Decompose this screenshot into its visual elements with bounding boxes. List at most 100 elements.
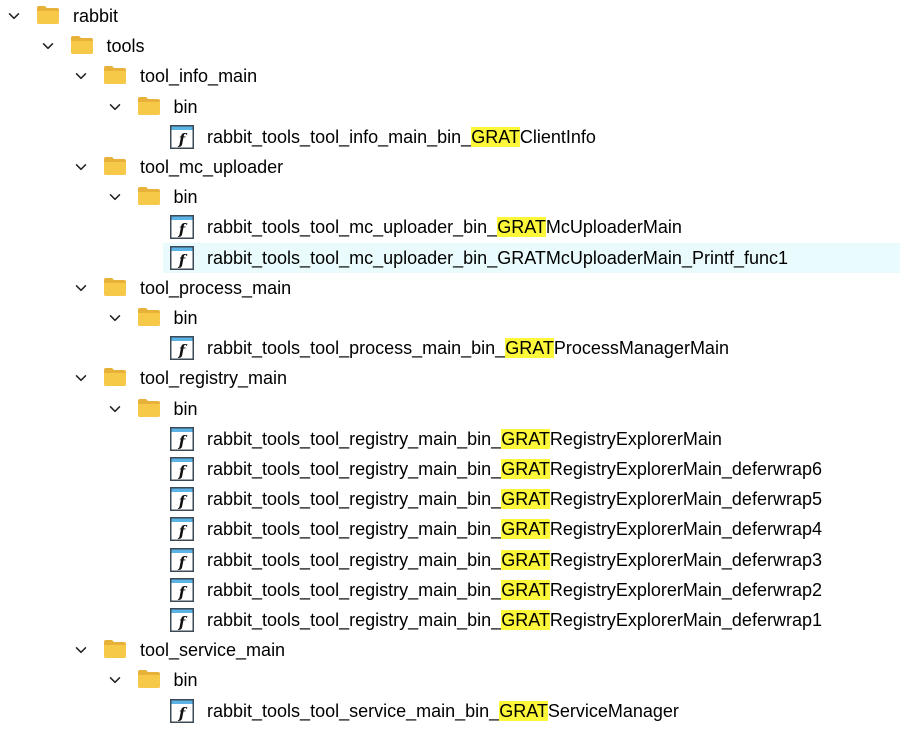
- chevron-down-icon[interactable]: [109, 101, 121, 113]
- search-match-highlight: GRAT: [501, 428, 550, 449]
- chevron-down-icon[interactable]: [109, 191, 121, 203]
- tree-node-function[interactable]: f rabbit_tools_tool_info_main_bin_GRATCli…: [0, 122, 900, 152]
- function-label: rabbit_tools_tool_registry_main_bin_GRAT…: [207, 458, 822, 480]
- function-icon: f: [170, 698, 194, 723]
- search-match-highlight: GRAT: [501, 489, 550, 510]
- folder-label: tool_process_main: [140, 277, 292, 298]
- chevron-down-icon[interactable]: [75, 282, 87, 294]
- tree-node-folder[interactable]: bin: [0, 92, 900, 122]
- chevron-down-icon[interactable]: [109, 403, 121, 415]
- folder-icon: [36, 5, 60, 25]
- function-label-prefix: rabbit_tools_tool_info_main_bin_: [207, 126, 472, 147]
- function-label-suffix: RegistryExplorerMain_deferwrap3: [549, 549, 822, 570]
- function-label-prefix: rabbit_tools_tool_registry_main_bin_: [207, 610, 502, 630]
- chevron-down-icon[interactable]: [75, 161, 87, 173]
- function-label-suffix: RegistryExplorerMain_deferwrap6: [549, 459, 822, 479]
- folder-label: tool_mc_uploader: [140, 157, 284, 177]
- tree-node-folder[interactable]: tool_process_main: [0, 273, 900, 303]
- function-label-prefix: rabbit_tools_tool_service_main_bin_: [207, 700, 500, 721]
- search-match-highlight: GRAT: [497, 247, 546, 268]
- search-match-highlight: GRAT: [501, 459, 550, 479]
- folder-label: bin: [173, 670, 198, 691]
- tree-node-folder[interactable]: bin: [0, 303, 900, 333]
- search-match-highlight: GRAT: [497, 217, 546, 238]
- function-label: rabbit_tools_tool_mc_uploader_bin_GRATMc…: [207, 247, 788, 269]
- function-icon: f: [170, 215, 194, 240]
- tree-node-function[interactable]: f rabbit_tools_tool_registry_main_bin_GRA…: [0, 605, 900, 635]
- function-label: rabbit_tools_tool_service_main_bin_GRATS…: [207, 700, 679, 722]
- function-label: rabbit_tools_tool_mc_uploader_bin_GRATMc…: [207, 216, 682, 238]
- chevron-down-icon[interactable]: [8, 10, 20, 22]
- tree-node-function[interactable]: f rabbit_tools_tool_mc_uploader_bin_GRATM…: [0, 212, 900, 242]
- function-label-prefix: rabbit_tools_tool_registry_main_bin_: [207, 428, 502, 449]
- tree-node-folder[interactable]: bin: [0, 665, 900, 695]
- folder-icon: [103, 156, 127, 176]
- tree-node-function[interactable]: f rabbit_tools_tool_service_main_bin_GRAT…: [0, 696, 900, 726]
- chevron-down-icon[interactable]: [109, 674, 121, 686]
- folder-label: bin: [173, 187, 198, 208]
- function-label-prefix: rabbit_tools_tool_mc_uploader_bin_: [207, 247, 498, 268]
- function-label-prefix: rabbit_tools_tool_process_main_bin_: [207, 338, 506, 359]
- search-match-highlight: GRAT: [499, 700, 548, 721]
- function-label-suffix: McUploaderMain: [545, 217, 682, 238]
- chevron-down-icon[interactable]: [42, 40, 54, 52]
- search-match-highlight: GRAT: [505, 338, 554, 359]
- folder-icon: [70, 35, 94, 55]
- function-tree: rabbit tools tool_info_main bin f rabbit_tool…: [0, 0, 900, 729]
- folder-label: rabbit: [73, 6, 119, 26]
- tree-node-function[interactable]: f rabbit_tools_tool_registry_main_bin_GRA…: [0, 424, 900, 454]
- tree-node-folder[interactable]: tool_registry_main: [0, 363, 900, 393]
- tree-node-folder[interactable]: tool_service_main: [0, 635, 900, 665]
- function-label-prefix: rabbit_tools_tool_mc_uploader_bin_: [207, 217, 498, 238]
- function-icon: f: [170, 336, 194, 361]
- function-label: rabbit_tools_tool_registry_main_bin_GRAT…: [207, 549, 822, 571]
- tree-node-function-selected[interactable]: f rabbit_tools_tool_mc_uploader_bin_GRATM…: [163, 242, 900, 273]
- tree-node-folder[interactable]: tool_mc_uploader: [0, 152, 900, 182]
- function-label: rabbit_tools_tool_registry_main_bin_GRAT…: [207, 488, 822, 510]
- tree-node-folder[interactable]: rabbit: [0, 1, 900, 31]
- function-label-prefix: rabbit_tools_tool_registry_main_bin_: [207, 459, 502, 479]
- function-label: rabbit_tools_tool_registry_main_bin_GRAT…: [207, 428, 722, 450]
- function-label-suffix: ServiceManager: [547, 700, 679, 721]
- tree-node-folder[interactable]: bin: [0, 394, 900, 424]
- tree-node-folder[interactable]: bin: [0, 182, 900, 212]
- function-icon: f: [170, 426, 194, 451]
- function-icon: f: [170, 457, 194, 481]
- tree-node-function[interactable]: f rabbit_tools_tool_registry_main_bin_GRA…: [0, 484, 900, 514]
- folder-icon: [103, 639, 127, 659]
- function-label: rabbit_tools_tool_registry_main_bin_GRAT…: [207, 579, 822, 601]
- folder-icon: [137, 96, 161, 116]
- search-match-highlight: GRAT: [471, 126, 520, 147]
- folder-label: bin: [173, 308, 198, 328]
- search-match-highlight: GRAT: [501, 549, 550, 570]
- tree-node-function[interactable]: f rabbit_tools_tool_registry_main_bin_GRA…: [0, 454, 900, 484]
- chevron-down-icon[interactable]: [75, 70, 87, 82]
- tree-node-function[interactable]: f rabbit_tools_tool_process_main_bin_GRAT…: [0, 333, 900, 363]
- folder-label: tool_service_main: [140, 640, 286, 661]
- folder-icon: [103, 367, 127, 387]
- function-label: rabbit_tools_tool_info_main_bin_GRATClie…: [207, 126, 596, 148]
- folder-icon: [103, 277, 127, 297]
- tree-node-function[interactable]: f rabbit_tools_tool_registry_main_bin_GRA…: [0, 575, 900, 605]
- function-icon: f: [170, 608, 194, 632]
- tree-node-function[interactable]: f rabbit_tools_tool_registry_main_bin_GRA…: [0, 514, 900, 544]
- function-icon: f: [170, 517, 194, 542]
- function-label: rabbit_tools_tool_registry_main_bin_GRAT…: [207, 518, 822, 540]
- function-label-suffix: RegistryExplorerMain_deferwrap1: [549, 610, 822, 630]
- function-icon: f: [170, 487, 194, 512]
- tree-node-folder[interactable]: tools: [0, 31, 900, 61]
- function-label-prefix: rabbit_tools_tool_registry_main_bin_: [207, 489, 502, 510]
- chevron-down-icon[interactable]: [109, 312, 121, 324]
- tree-node-function[interactable]: f rabbit_tools_tool_registry_main_bin_GRA…: [0, 545, 900, 575]
- folder-label: tools: [106, 36, 145, 57]
- function-label: rabbit_tools_tool_registry_main_bin_GRAT…: [207, 609, 822, 631]
- folder-icon: [137, 398, 161, 418]
- folder-label: tool_info_main: [140, 66, 258, 87]
- search-match-highlight: GRAT: [501, 610, 550, 630]
- chevron-down-icon[interactable]: [75, 644, 87, 656]
- function-label-suffix: RegistryExplorerMain_deferwrap4: [549, 519, 822, 540]
- tree-node-folder[interactable]: tool_info_main: [0, 61, 900, 91]
- function-label-suffix: RegistryExplorerMain_deferwrap2: [549, 579, 822, 600]
- chevron-down-icon[interactable]: [75, 372, 87, 384]
- function-label-suffix: RegistryExplorerMain_deferwrap5: [549, 489, 822, 510]
